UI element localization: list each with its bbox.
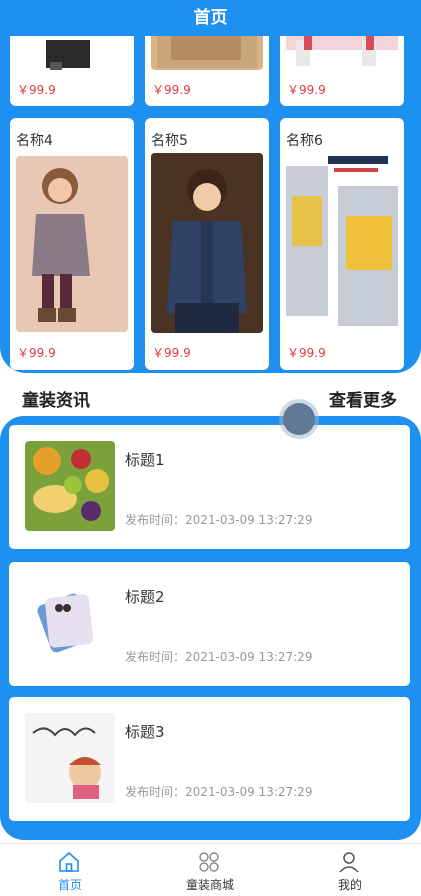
news-panel: 标题1 发布时间：2021-03-09 13:27:29 标题2 发布时间：20… (0, 416, 421, 840)
news-date: 发布时间：2021-03-09 13:27:29 (125, 513, 313, 527)
news-thumbnail (25, 578, 115, 668)
news-item[interactable]: 标题3 发布时间：2021-03-09 13:27:29 (9, 697, 410, 821)
product-card[interactable]: 名称4 ￥99.9 (10, 118, 134, 370)
product-price: ￥99.9 (152, 346, 191, 360)
product-price: ￥99.9 (287, 346, 326, 360)
tab-home[interactable]: 首页 (0, 844, 140, 896)
news-thumbnail (25, 441, 115, 531)
home-icon (59, 851, 79, 872)
product-image (16, 156, 128, 332)
product-card[interactable]: 名称5 ￥99.9 (145, 118, 269, 370)
product-price: ￥99.9 (17, 346, 56, 360)
news-item[interactable]: 标题2 发布时间：2021-03-09 13:27:29 (9, 562, 410, 686)
news-date: 发布时间：2021-03-09 13:27:29 (125, 650, 313, 664)
tab-bar: 首页 童装商城 我的 (0, 843, 421, 896)
section-title: 童装资讯 (22, 391, 90, 411)
tab-mine[interactable]: 我的 (280, 844, 420, 896)
tab-label: 首页 (57, 878, 82, 892)
products-panel: ￥99.9 ￥99.9 ￥99.9 名称4 ￥99.9 名称5 ￥99.9 名称… (0, 0, 421, 373)
news-item[interactable]: 标题1 发布时间：2021-03-09 13:27:29 (9, 425, 410, 549)
news-title: 标题1 (125, 451, 165, 469)
product-image (151, 153, 263, 333)
product-price: ￥99.9 (287, 83, 326, 97)
product-price: ￥99.9 (152, 83, 191, 97)
product-name: 名称4 (16, 133, 53, 149)
product-image (286, 156, 398, 332)
product-name: 名称6 (286, 133, 323, 149)
news-thumbnail (25, 713, 115, 803)
news-title: 标题2 (125, 588, 165, 606)
grid-icon (199, 852, 219, 872)
floating-button[interactable] (283, 403, 315, 435)
tab-label: 童装商城 (185, 878, 234, 892)
view-more-link[interactable]: 查看更多 (329, 386, 397, 411)
news-date: 发布时间：2021-03-09 13:27:29 (125, 785, 313, 799)
news-title: 标题3 (125, 723, 165, 741)
product-name: 名称5 (151, 133, 188, 149)
tab-shop[interactable]: 童装商城 (140, 844, 280, 896)
tab-label: 我的 (337, 878, 362, 892)
product-price: ￥99.9 (17, 83, 56, 97)
product-card[interactable]: 名称6 ￥99.9 (280, 118, 404, 370)
page-title: 首页 (0, 0, 421, 36)
page: ￥99.9 ￥99.9 ￥99.9 名称4 ￥99.9 名称5 ￥99.9 名称… (0, 0, 421, 896)
user-icon (339, 852, 359, 873)
